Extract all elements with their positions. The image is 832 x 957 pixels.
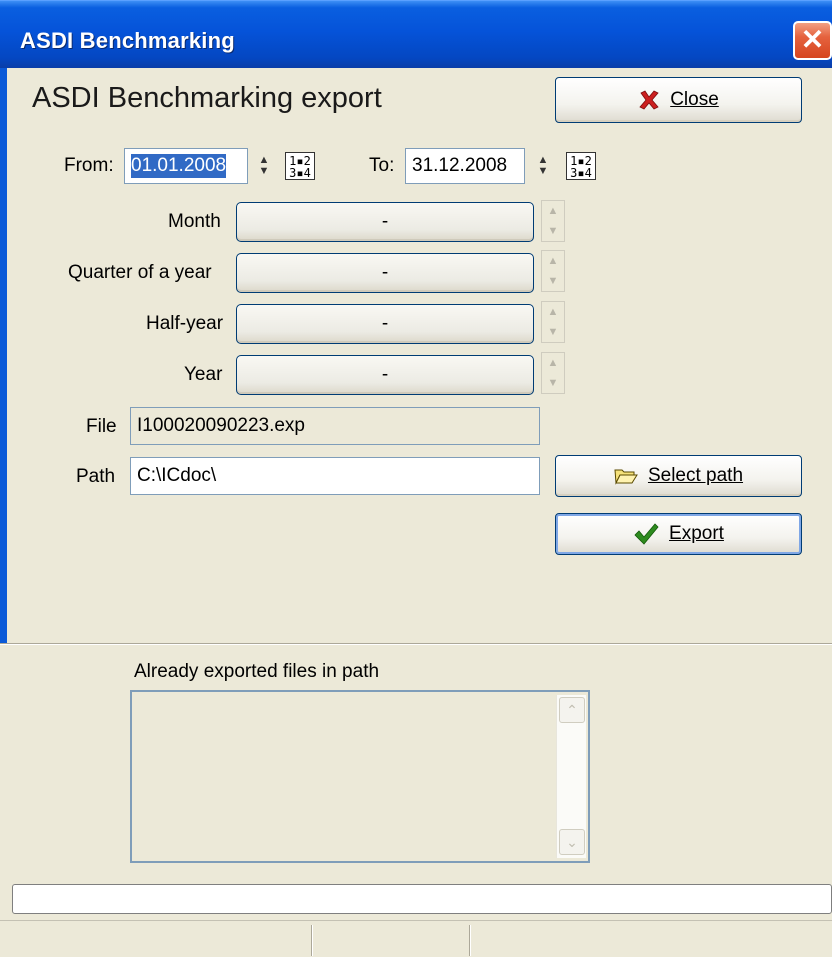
- spin-down-icon: ▼: [547, 326, 559, 338]
- scroll-down-icon[interactable]: ⌄: [559, 829, 585, 855]
- year-label: Year: [184, 364, 223, 385]
- from-date-spinner[interactable]: ▲ ▼: [253, 149, 275, 183]
- year-button[interactable]: -: [236, 355, 534, 395]
- month-button[interactable]: -: [236, 202, 534, 242]
- close-button[interactable]: Close: [555, 77, 802, 123]
- select-path-label: Select path: [647, 465, 744, 486]
- to-date-input[interactable]: 31.12.2008: [405, 148, 525, 184]
- file-field: I100020090223.exp: [130, 407, 540, 445]
- quarter-spinner: ▲ ▼: [541, 250, 565, 292]
- status-separator: [469, 925, 471, 956]
- to-date-spinner[interactable]: ▲ ▼: [532, 149, 554, 183]
- exported-files-scrollbar[interactable]: ⌃ ⌄: [556, 695, 586, 858]
- spin-down-icon[interactable]: ▼: [538, 166, 549, 177]
- path-value: C:\ICdoc\: [137, 465, 217, 486]
- exported-files-label: Already exported files in path: [134, 661, 380, 682]
- year-spinner: ▲ ▼: [541, 352, 565, 394]
- spin-up-icon: ▲: [547, 255, 559, 267]
- month-label: Month: [168, 211, 221, 232]
- from-calendar-icon[interactable]: 1▪2 3▪4: [285, 152, 315, 180]
- checkmark-icon: [634, 523, 659, 545]
- path-input[interactable]: C:\ICdoc\: [130, 457, 540, 495]
- close-button-label: Close: [670, 89, 719, 110]
- to-calendar-icon[interactable]: 1▪2 3▪4: [566, 152, 596, 180]
- from-date-input[interactable]: 01.01.2008: [124, 148, 248, 184]
- window-frame-left: [0, 68, 7, 643]
- spin-down-icon: ▼: [547, 377, 559, 389]
- export-label: Export: [669, 523, 724, 544]
- quarter-button[interactable]: -: [236, 253, 534, 293]
- status-separator: [311, 925, 313, 956]
- window-close-button[interactable]: ✕: [793, 21, 832, 60]
- scroll-up-icon[interactable]: ⌃: [559, 697, 585, 723]
- spin-up-icon: ▲: [547, 306, 559, 318]
- path-label: Path: [76, 466, 116, 487]
- spin-down-icon: ▼: [547, 275, 559, 287]
- select-path-button[interactable]: Select path: [555, 455, 802, 497]
- file-value: I100020090223.exp: [137, 415, 305, 436]
- asdi-window: ASDI Benchmarking ✕ ASDI Benchmarking ex…: [0, 0, 832, 957]
- spin-down-icon[interactable]: ▼: [259, 166, 270, 177]
- month-spinner: ▲ ▼: [541, 200, 565, 242]
- title-bar[interactable]: ASDI Benchmarking ✕: [0, 0, 832, 68]
- quarter-label: Quarter of a year: [68, 262, 212, 283]
- to-date-value: 31.12.2008: [412, 155, 508, 176]
- file-label: File: [86, 416, 117, 437]
- spin-up-icon: ▲: [547, 205, 559, 217]
- to-label: To:: [369, 155, 395, 176]
- folder-icon: [614, 469, 638, 485]
- page-title: ASDI Benchmarking export: [32, 82, 382, 114]
- section-divider: [0, 643, 832, 645]
- spin-down-icon: ▼: [547, 225, 559, 237]
- half-year-spinner: ▲ ▼: [541, 301, 565, 343]
- exported-files-list[interactable]: [130, 690, 590, 863]
- from-date-value: 01.01.2008: [131, 154, 227, 178]
- export-button[interactable]: Export: [555, 513, 802, 555]
- status-bar: [0, 920, 832, 957]
- from-label: From:: [64, 155, 114, 176]
- spin-up-icon: ▲: [547, 357, 559, 369]
- window-title: ASDI Benchmarking: [20, 28, 235, 53]
- half-year-label: Half-year: [146, 313, 224, 334]
- progress-bar: [12, 884, 832, 914]
- half-year-button[interactable]: -: [236, 304, 534, 344]
- red-x-icon: [639, 90, 659, 110]
